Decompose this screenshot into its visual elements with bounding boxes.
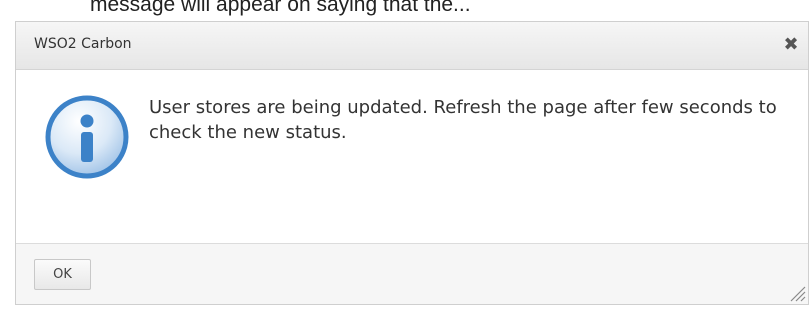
dialog-titlebar[interactable]: WSO2 Carbon ✖ xyxy=(16,22,808,70)
info-icon xyxy=(45,95,129,179)
dialog-message: User stores are being updated. Refresh t… xyxy=(149,97,777,143)
page-caption: message will appear on saying that the..… xyxy=(90,0,471,16)
dialog-content: User stores are being updated. Refresh t… xyxy=(16,70,808,243)
resize-grip-icon[interactable] xyxy=(788,284,806,302)
dialog-title: WSO2 Carbon xyxy=(34,36,132,52)
dialog-footer: OK xyxy=(16,243,808,304)
close-icon[interactable]: ✖ xyxy=(780,34,802,56)
alert-dialog: WSO2 Carbon ✖ User stores are being upda… xyxy=(15,21,809,305)
ok-button[interactable]: OK xyxy=(34,259,91,290)
